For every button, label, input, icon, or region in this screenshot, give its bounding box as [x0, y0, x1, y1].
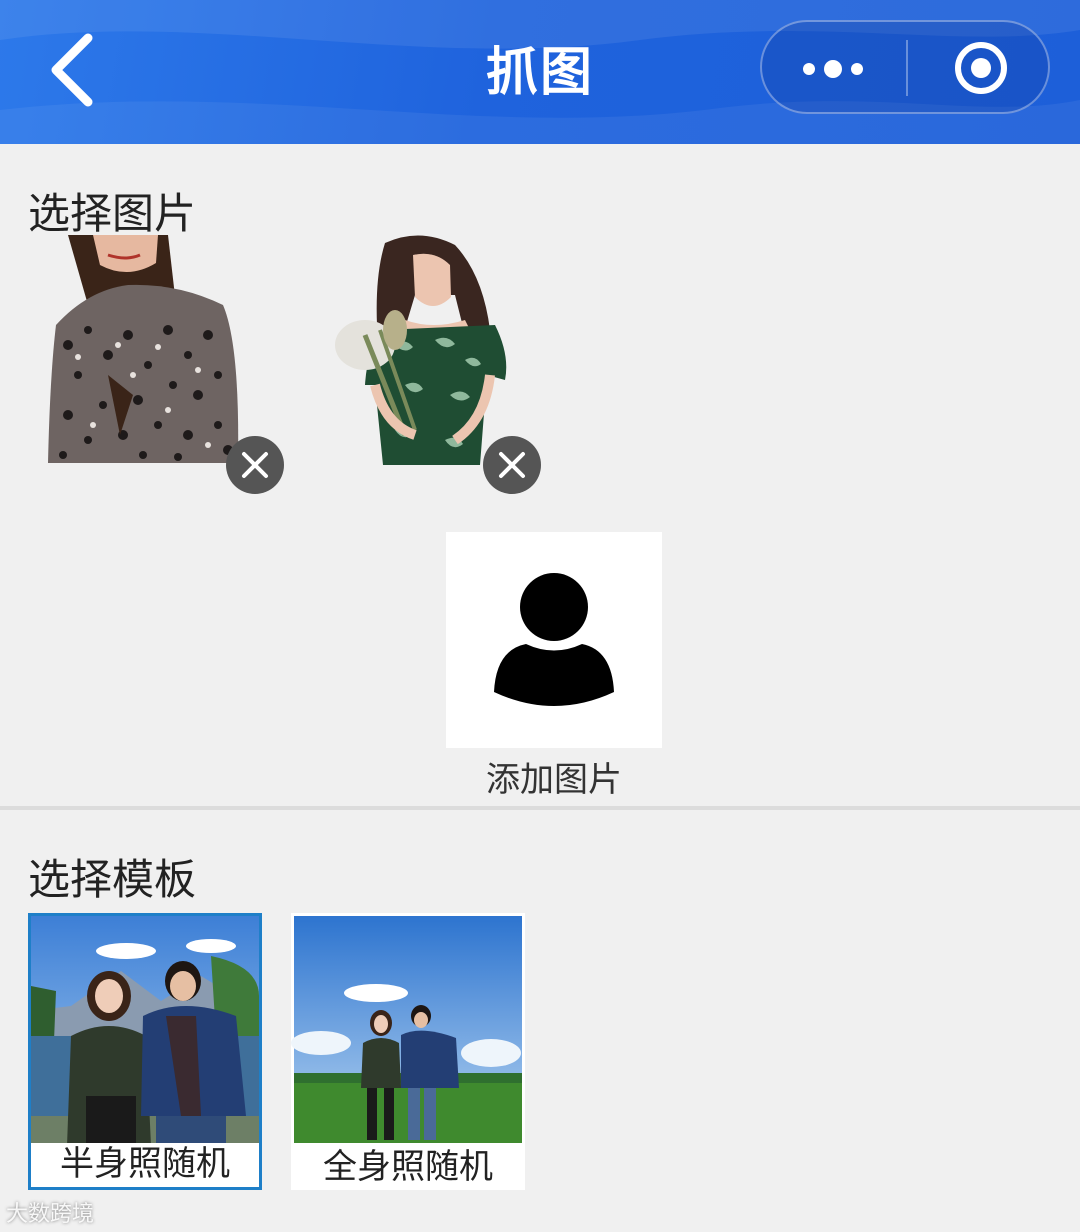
- remove-image-1-button[interactable]: [226, 436, 284, 494]
- select-template-title: 选择模板: [28, 855, 197, 904]
- model-photo-green-dress: [305, 235, 520, 465]
- target-circle-icon: [955, 42, 1007, 94]
- close-miniprogram-button[interactable]: [908, 22, 1048, 112]
- selected-image-1[interactable]: [48, 235, 284, 494]
- template-full-body-label: 全身照随机: [291, 1146, 525, 1188]
- menu-capsule: [760, 20, 1050, 114]
- watermark-text: 大数跨境: [6, 1202, 95, 1227]
- model-photo-leopard-blouse: [48, 235, 243, 465]
- more-button[interactable]: [762, 22, 905, 112]
- template-half-body[interactable]: 半身照随机: [28, 913, 262, 1190]
- template-full-body-image: [291, 916, 522, 1143]
- nav-header: 抓图: [0, 0, 1080, 144]
- template-full-body[interactable]: 全身照随机: [291, 913, 525, 1190]
- select-images-title: 选择图片: [28, 189, 197, 238]
- add-image-button[interactable]: [446, 532, 662, 748]
- remove-image-2-button[interactable]: [483, 436, 541, 494]
- section-divider: [0, 806, 1080, 810]
- close-icon: [499, 452, 525, 478]
- more-dots-icon: [803, 60, 863, 78]
- user-silhouette-icon: [494, 573, 614, 706]
- template-half-body-image: [31, 916, 259, 1146]
- add-image-label: 添加图片: [486, 760, 622, 800]
- close-icon: [242, 452, 268, 478]
- template-half-body-label: 半身照随机: [31, 1143, 259, 1185]
- selected-image-2[interactable]: [305, 235, 541, 494]
